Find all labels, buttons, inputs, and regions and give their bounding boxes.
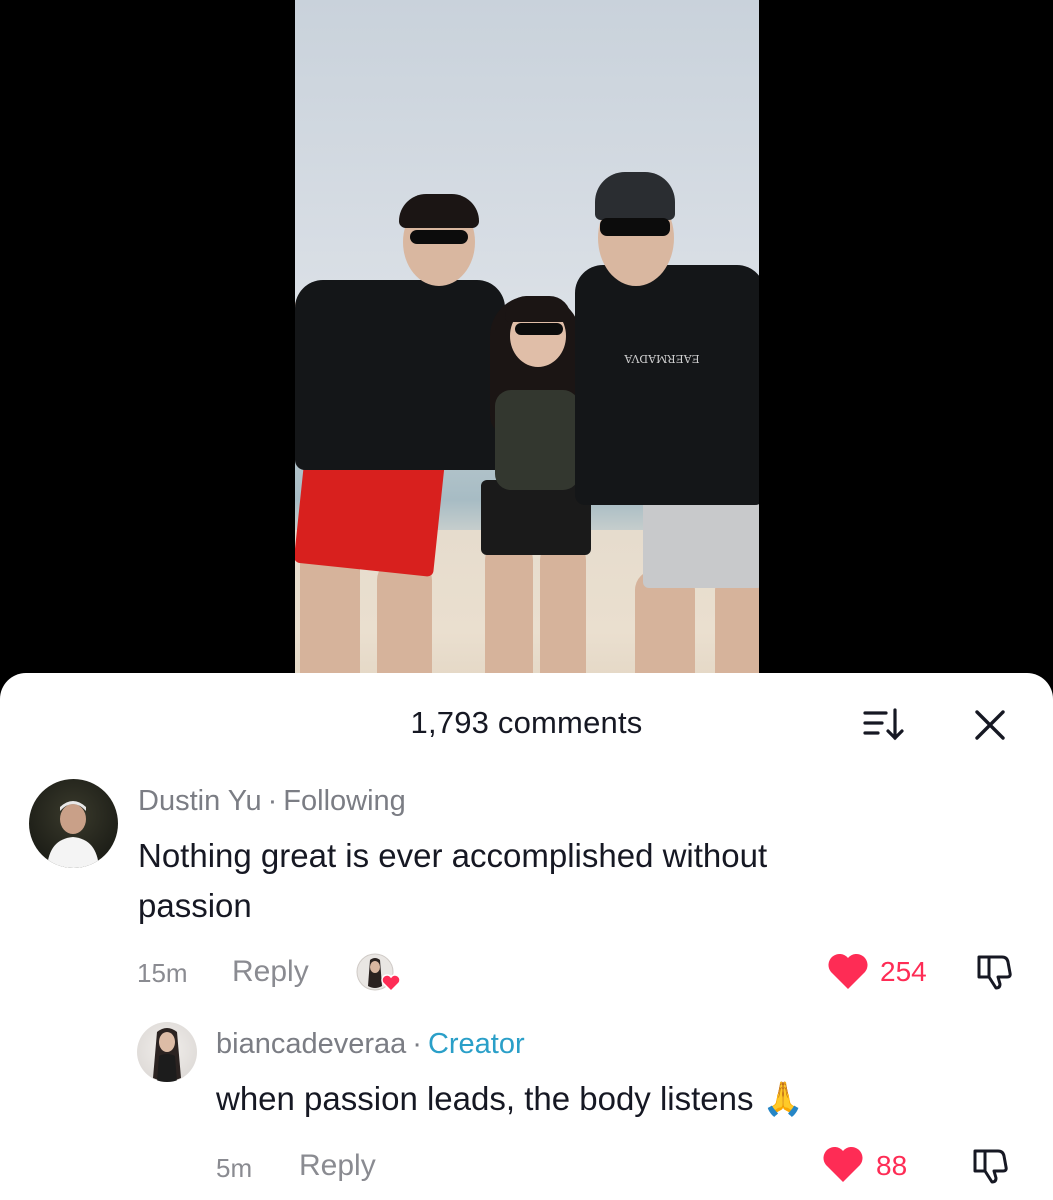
like-count: 88 [876,1150,908,1181]
comment-text-line: Nothing great is ever accomplished witho… [138,837,768,874]
like-heart-icon[interactable] [822,1145,864,1188]
video-player[interactable]: EAERMADVA [295,0,759,700]
meta-separator: · [267,785,278,817]
following-tag: Following [283,785,406,817]
close-icon[interactable] [970,705,1010,745]
comment-time: 15m [137,958,188,988]
comment-meta: biancadeveraa · Creator [216,1028,525,1061]
dislike-icon[interactable] [974,951,1014,996]
comment-time: 5m [216,1153,253,1183]
comment-text: Nothing great is ever accomplished witho… [138,831,767,931]
reply-button[interactable]: Reply [232,955,309,989]
creator-liked-badge [356,952,401,994]
meta-separator: · [412,1028,422,1060]
comment-username[interactable]: Dustin Yu [138,785,262,817]
reply-button[interactable]: Reply [299,1149,376,1183]
dislike-icon[interactable] [970,1145,1010,1190]
comments-sheet: 1,793 comments Dustin Yu · Following Not… [0,673,1053,1200]
sort-icon[interactable] [860,705,906,745]
praying-hands-emoji: 🙏 [762,1079,804,1118]
comment-meta: Dustin Yu · Following [138,785,406,818]
creator-tag: Creator [427,1028,525,1060]
shirt-print-text: EAERMADVA [624,352,700,365]
comment-text: when passion leads, the body listens 🙏 [216,1074,804,1124]
comment-username[interactable]: biancadeveraa [216,1028,406,1060]
person-right: EAERMADVA [295,0,759,700]
avatar[interactable] [137,1022,197,1082]
comment-text-line: when passion leads, the body listens [216,1080,754,1117]
like-heart-icon[interactable] [827,952,869,995]
comment-text-line: passion [138,887,252,924]
like-count: 254 [880,956,927,987]
avatar[interactable] [29,779,118,868]
